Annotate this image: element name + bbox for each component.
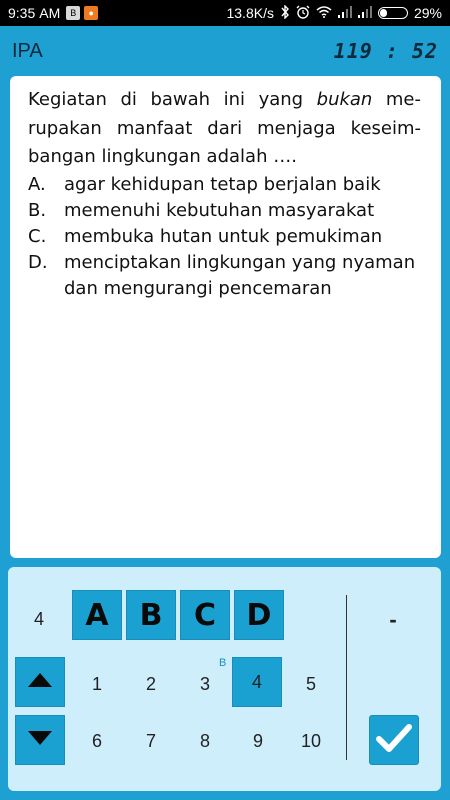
battery-fill bbox=[379, 9, 388, 17]
submit-answer-button[interactable] bbox=[369, 715, 419, 765]
question-number-button[interactable]: 2 bbox=[126, 659, 176, 709]
choice-button-b[interactable]: B bbox=[126, 590, 176, 640]
choice-button-d[interactable]: D bbox=[234, 590, 284, 640]
question-number-button-current[interactable]: 4 bbox=[232, 657, 282, 707]
arrow-up-icon bbox=[27, 672, 53, 693]
question-number-button[interactable]: 7 bbox=[126, 716, 176, 766]
option-a: A. agar kehidupan tetap berjalan baik bbox=[28, 172, 421, 198]
bbm-icon: B bbox=[66, 6, 81, 20]
subject-title: IPA bbox=[12, 39, 43, 62]
status-bar: 9:35 AM B ● 13.8K/s 29% bbox=[0, 0, 450, 26]
question-number-button[interactable]: 1 bbox=[72, 659, 122, 709]
option-text: membuka hutan untuk pemukiman bbox=[64, 225, 383, 247]
option-c: C. membuka hutan untuk pemukiman bbox=[28, 224, 421, 250]
question-number-button[interactable]: 6 bbox=[72, 716, 122, 766]
question-number-button[interactable]: 10 bbox=[286, 716, 336, 766]
countdown-timer: 119 : 52 bbox=[333, 39, 438, 63]
status-time: 9:35 bbox=[8, 5, 36, 21]
question-text-before: Kegiatan di bawah ini yang bbox=[28, 89, 317, 110]
option-text: memenuhi kebutuhan masyarakat bbox=[64, 199, 375, 221]
option-letter: C. bbox=[28, 225, 47, 247]
arrow-down-icon bbox=[27, 730, 53, 751]
answered-mark: B bbox=[219, 657, 227, 669]
orange-app-icon: ● bbox=[84, 6, 99, 20]
question-number-button[interactable]: 5 bbox=[286, 659, 336, 709]
choice-button-c[interactable]: C bbox=[180, 590, 230, 640]
question-number-button[interactable]: 9 bbox=[233, 716, 283, 766]
option-d: D. menciptakan lingkungan yang nyaman da… bbox=[28, 250, 421, 302]
question-text: Kegiatan di bawah ini yang bukan me-rupa… bbox=[28, 86, 421, 172]
option-text: agar kehidupan tetap berjalan baik bbox=[64, 173, 381, 195]
question-emphasis: bukan bbox=[316, 89, 373, 110]
signal-icon-2 bbox=[357, 5, 372, 21]
net-speed: 13.8K/s bbox=[226, 5, 274, 21]
status-ampm: AM bbox=[39, 5, 61, 21]
battery-icon bbox=[377, 7, 408, 19]
bluetooth-icon bbox=[280, 3, 290, 22]
option-letter: D. bbox=[28, 251, 48, 273]
option-b: B. memenuhi kebutuhan masyarakat bbox=[28, 198, 421, 224]
app-header: IPA 119 : 52 bbox=[0, 26, 450, 76]
signal-icon-1 bbox=[337, 5, 352, 21]
wifi-icon bbox=[316, 5, 332, 21]
choice-button-a[interactable]: A bbox=[72, 590, 122, 640]
question-number-button[interactable]: 8 bbox=[180, 716, 230, 766]
question-card: Kegiatan di bawah ini yang bukan me-rupa… bbox=[10, 76, 441, 558]
option-letter: B. bbox=[28, 199, 47, 221]
battery-text: 29% bbox=[413, 5, 442, 21]
answer-panel: 4 A B C D - 1 2 3 B 4 5 6 7 8 9 10 bbox=[8, 567, 441, 791]
selected-answer: - bbox=[389, 607, 397, 632]
option-letter: A. bbox=[28, 173, 46, 195]
alarm-icon bbox=[296, 5, 310, 22]
panel-divider bbox=[346, 595, 347, 760]
status-right: 13.8K/s 29% bbox=[226, 3, 442, 22]
current-question-number: 4 bbox=[34, 609, 45, 629]
previous-page-button[interactable] bbox=[15, 657, 65, 707]
option-text: menciptakan lingkungan yang nyaman dan m… bbox=[64, 251, 416, 299]
checkmark-icon bbox=[376, 723, 412, 758]
next-page-button[interactable] bbox=[15, 715, 65, 765]
